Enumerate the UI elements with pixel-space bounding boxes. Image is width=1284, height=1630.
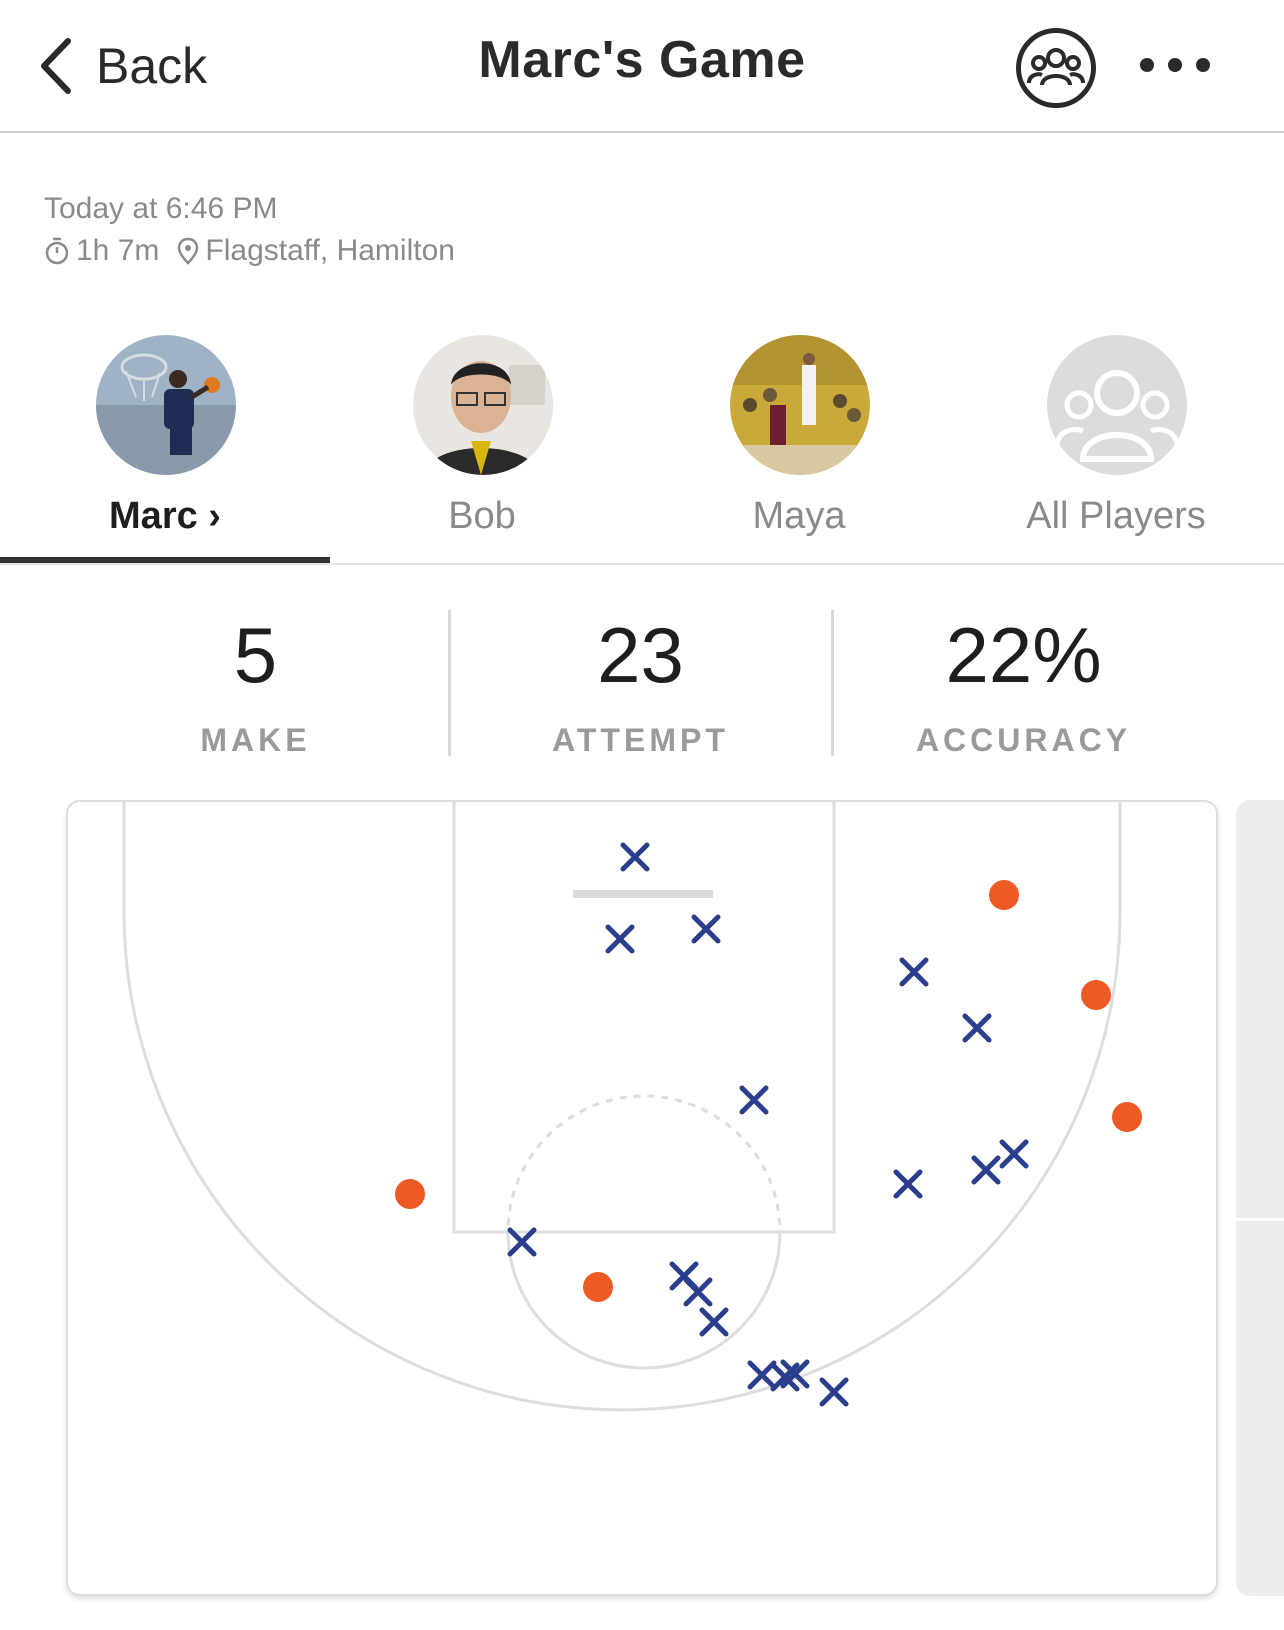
- stat-attempt-value: 23: [597, 611, 684, 699]
- shot-chart: [122, 802, 1142, 1412]
- missed-shot-marker: [683, 1277, 713, 1307]
- stat-make-value: 5: [233, 611, 278, 699]
- missed-shot-marker: [893, 1169, 923, 1199]
- game-location: Flagstaff, Hamilton: [177, 234, 455, 268]
- location-pin-icon: [178, 237, 199, 265]
- missed-shot-marker: [620, 842, 650, 872]
- avatar: [96, 335, 236, 475]
- made-shot-marker: [989, 880, 1019, 910]
- stat-make: 5 MAKE: [63, 610, 448, 760]
- player-name: All Players: [1026, 495, 1206, 537]
- stat-attempt: 23 ATTEMPT: [448, 610, 833, 760]
- missed-shot-marker: [739, 1085, 769, 1115]
- player-tab-all-players[interactable]: All Players: [951, 335, 1281, 563]
- missed-shot-marker: [962, 1013, 992, 1043]
- group-button[interactable]: [1016, 28, 1096, 108]
- all-players-icon: [1047, 335, 1187, 475]
- made-shot-marker: [395, 1179, 425, 1209]
- missed-shot-marker: [971, 1155, 1001, 1185]
- made-shot-marker: [1081, 980, 1111, 1010]
- next-chart-card-peek[interactable]: [1236, 800, 1284, 1596]
- shots-layer: [395, 842, 1142, 1407]
- missed-shot-marker: [699, 1307, 729, 1337]
- stats-bar: 5 MAKE 23 ATTEMPT 22% ACCURACY: [0, 610, 1284, 760]
- more-icon-dot: [1196, 58, 1210, 72]
- nav-header: Back Marc's Game: [0, 0, 1284, 133]
- stat-attempt-label: ATTEMPT: [552, 722, 729, 758]
- missed-shot-marker: [507, 1227, 537, 1257]
- more-icon-dot: [1168, 58, 1182, 72]
- missed-shot-marker: [747, 1360, 777, 1390]
- group-icon: [1027, 48, 1085, 86]
- player-tab-maya[interactable]: Maya: [634, 335, 964, 563]
- game-location-label: Flagstaff, Hamilton: [205, 234, 455, 267]
- divider: [1236, 1218, 1284, 1221]
- player-tabs: Marc › Bob Maya All Players: [0, 335, 1284, 565]
- player-tab-marc[interactable]: Marc ›: [0, 335, 330, 563]
- more-icon-dot: [1140, 58, 1154, 72]
- player-tab-bob[interactable]: Bob: [317, 335, 647, 563]
- game-meta-row: 1h 7m Flagstaff, Hamilton: [44, 234, 455, 268]
- stat-make-label: MAKE: [200, 722, 311, 758]
- avatar: [730, 335, 870, 475]
- stopwatch-icon: [45, 237, 69, 265]
- made-shot-marker: [583, 1272, 613, 1302]
- missed-shot-marker: [819, 1377, 849, 1407]
- stat-accuracy-value: 22%: [945, 611, 1102, 699]
- free-throw-circle-lower: [506, 1231, 782, 1370]
- player-name: Bob: [448, 495, 516, 537]
- missed-shot-marker: [899, 957, 929, 987]
- player-name: Marc ›: [109, 495, 221, 537]
- stat-accuracy-label: ACCURACY: [915, 722, 1132, 758]
- avatar: [413, 335, 553, 475]
- made-shot-marker: [1112, 1102, 1142, 1132]
- stat-accuracy: 22% ACCURACY: [831, 610, 1216, 760]
- shot-chart-card[interactable]: [66, 800, 1218, 1596]
- missed-shot-marker: [605, 924, 635, 954]
- missed-shot-marker: [691, 914, 721, 944]
- missed-shot-marker: [999, 1139, 1029, 1169]
- game-date: Today at 6:46 PM: [44, 192, 278, 225]
- player-name: Maya: [752, 495, 846, 537]
- active-tab-indicator: [0, 557, 330, 563]
- more-button[interactable]: [1140, 50, 1210, 80]
- game-duration: 1h 7m: [76, 234, 160, 267]
